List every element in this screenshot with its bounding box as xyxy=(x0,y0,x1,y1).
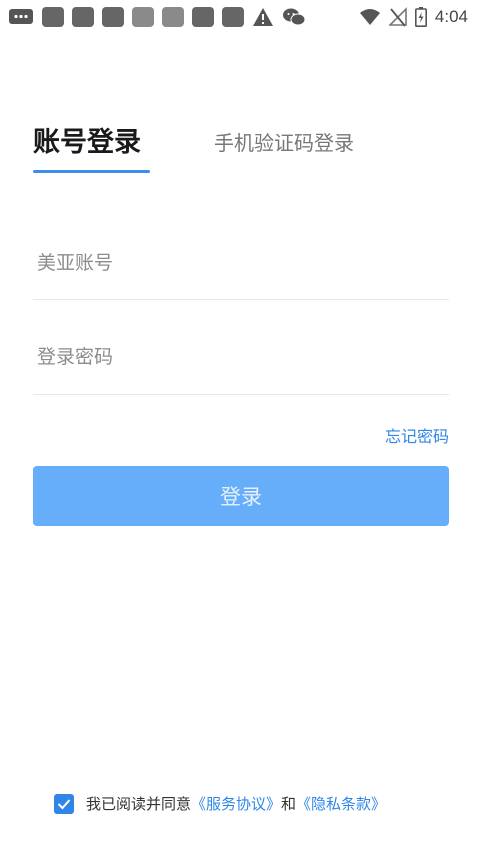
service-agreement-link[interactable]: 《服务协议》 xyxy=(191,793,281,814)
wifi-icon xyxy=(359,8,381,26)
notification-icon xyxy=(192,7,214,27)
tab-account-login[interactable]: 账号登录 xyxy=(33,120,141,159)
password-input[interactable] xyxy=(33,320,449,394)
notification-icon xyxy=(162,7,184,27)
tab-phone-login[interactable]: 手机验证码登录 xyxy=(214,127,354,156)
notification-icon xyxy=(222,7,244,27)
warning-icon xyxy=(252,7,274,27)
notification-icon xyxy=(72,7,94,27)
password-field xyxy=(33,320,449,395)
no-signal-icon xyxy=(388,7,407,27)
status-bar: 4:04 xyxy=(0,0,480,34)
agreement-row: 我已阅读并同意 《服务协议》 和 《隐私条款》 xyxy=(54,793,386,814)
agreement-checkbox[interactable] xyxy=(54,793,74,814)
agreement-conjunction: 和 xyxy=(281,795,297,813)
agreement-prefix: 我已阅读并同意 xyxy=(86,795,192,813)
status-clock: 4:04 xyxy=(434,7,468,26)
privacy-policy-link[interactable]: 《隐私条款》 xyxy=(296,793,386,814)
status-bar-left xyxy=(8,7,306,27)
login-button[interactable]: 登录 xyxy=(33,466,449,526)
account-field xyxy=(33,226,449,300)
notification-icon xyxy=(102,7,124,27)
wechat-icon xyxy=(282,7,306,27)
status-bar-right: 4:04 xyxy=(359,7,468,27)
message-icon xyxy=(8,7,34,27)
tab-active-indicator xyxy=(33,170,150,173)
notification-icon xyxy=(42,7,64,27)
account-input[interactable] xyxy=(33,226,449,299)
check-icon xyxy=(57,798,71,809)
notification-icon xyxy=(132,7,154,27)
forgot-password-link[interactable]: 忘记密码 xyxy=(385,423,449,447)
battery-charging-icon xyxy=(414,7,427,27)
